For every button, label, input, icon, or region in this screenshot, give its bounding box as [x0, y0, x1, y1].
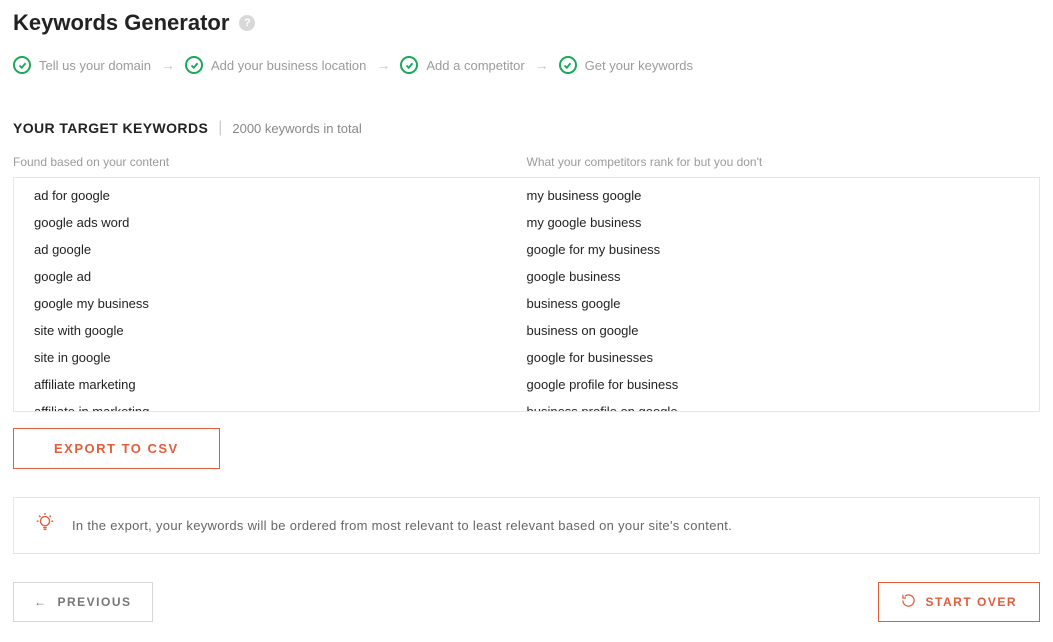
- tip-text: In the export, your keywords will be ord…: [72, 518, 732, 533]
- steps-bar: Tell us your domain → Add your business …: [13, 56, 1040, 74]
- check-icon: [559, 56, 577, 74]
- arrow-left-icon: ←: [34, 595, 48, 609]
- check-icon: [400, 56, 418, 74]
- keyword-item[interactable]: my business google: [527, 188, 1020, 203]
- keyword-item[interactable]: affiliate marketing: [34, 377, 527, 392]
- restart-icon: [901, 593, 916, 611]
- keyword-item[interactable]: site in google: [34, 350, 527, 365]
- column-label-content: Found based on your content: [13, 155, 527, 169]
- vertical-divider: |: [218, 119, 222, 137]
- step-label: Tell us your domain: [39, 58, 151, 73]
- section-header: YOUR TARGET KEYWORDS | 2000 keywords in …: [13, 119, 1040, 137]
- keyword-item[interactable]: google business: [527, 269, 1020, 284]
- keyword-item[interactable]: business profile on google: [527, 404, 1020, 412]
- page-title: Keywords Generator: [13, 10, 229, 36]
- keyword-count: 2000 keywords in total: [232, 121, 361, 136]
- keyword-item[interactable]: affiliate in marketing: [34, 404, 527, 412]
- keyword-item[interactable]: google my business: [34, 296, 527, 311]
- lightbulb-icon: [34, 512, 56, 539]
- section-title: YOUR TARGET KEYWORDS: [13, 120, 208, 136]
- step-label: Add a competitor: [426, 58, 524, 73]
- keywords-column-competitors: my business google my google business go…: [527, 188, 1020, 401]
- keyword-item[interactable]: google ads word: [34, 215, 527, 230]
- check-icon: [185, 56, 203, 74]
- footer-buttons: ← PREVIOUS START OVER: [13, 582, 1040, 622]
- start-over-label: START OVER: [926, 595, 1017, 609]
- keywords-table[interactable]: ad for google google ads word ad google …: [13, 177, 1040, 412]
- export-csv-button[interactable]: EXPORT TO CSV: [13, 428, 220, 469]
- previous-button[interactable]: ← PREVIOUS: [13, 582, 153, 622]
- arrow-icon: →: [535, 57, 549, 73]
- arrow-icon: →: [161, 57, 175, 73]
- keyword-item[interactable]: business on google: [527, 323, 1020, 338]
- step-keywords: Get your keywords: [559, 56, 693, 74]
- arrow-icon: →: [376, 57, 390, 73]
- step-label: Add your business location: [211, 58, 366, 73]
- keyword-item[interactable]: google ad: [34, 269, 527, 284]
- step-domain: Tell us your domain: [13, 56, 151, 74]
- keywords-column-content: ad for google google ads word ad google …: [34, 188, 527, 401]
- page-header: Keywords Generator ?: [13, 10, 1040, 36]
- check-icon: [13, 56, 31, 74]
- step-label: Get your keywords: [585, 58, 693, 73]
- tip-box: In the export, your keywords will be ord…: [13, 497, 1040, 554]
- step-competitor: Add a competitor: [400, 56, 524, 74]
- keyword-item[interactable]: google for my business: [527, 242, 1020, 257]
- keyword-item[interactable]: business google: [527, 296, 1020, 311]
- start-over-button[interactable]: START OVER: [878, 582, 1040, 622]
- column-labels: Found based on your content What your co…: [13, 155, 1040, 169]
- previous-label: PREVIOUS: [58, 595, 132, 609]
- step-location: Add your business location: [185, 56, 366, 74]
- keyword-item[interactable]: google for businesses: [527, 350, 1020, 365]
- keyword-item[interactable]: ad google: [34, 242, 527, 257]
- keyword-item[interactable]: google profile for business: [527, 377, 1020, 392]
- help-icon[interactable]: ?: [239, 15, 255, 31]
- column-label-competitors: What your competitors rank for but you d…: [527, 155, 1041, 169]
- keyword-item[interactable]: ad for google: [34, 188, 527, 203]
- keyword-item[interactable]: site with google: [34, 323, 527, 338]
- keyword-item[interactable]: my google business: [527, 215, 1020, 230]
